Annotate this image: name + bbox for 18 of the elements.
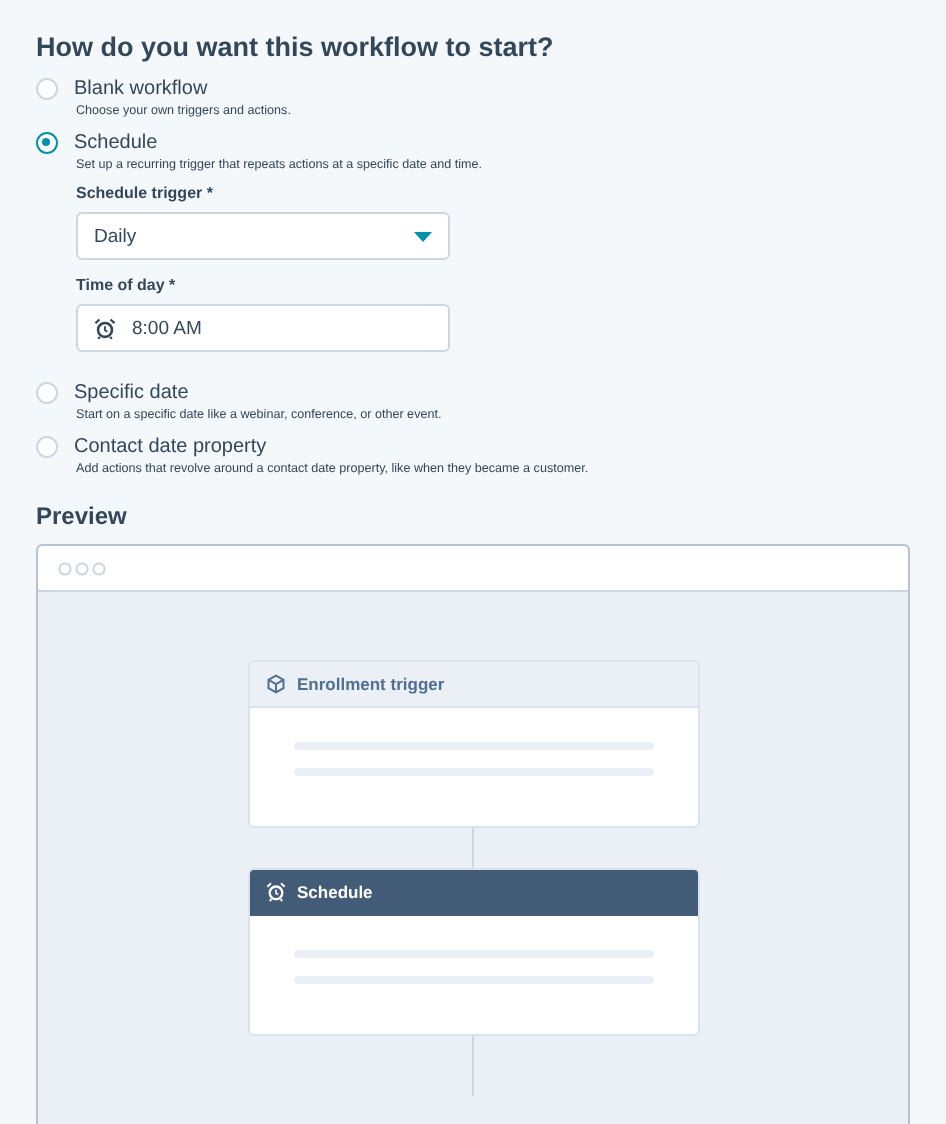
card-title: Schedule [297, 882, 373, 902]
field-label: Time of day * [76, 276, 178, 294]
card-title: Enrollment trigger [297, 674, 445, 694]
time-field[interactable]: 8:00 AM [76, 304, 450, 352]
cube-icon [265, 674, 285, 694]
alarm-clock-icon [265, 882, 285, 902]
section-heading: Preview [36, 502, 129, 530]
dropdown-field[interactable]: Daily [76, 212, 450, 260]
option-label[interactable]: Specific date [74, 382, 189, 404]
field-label: Schedule trigger * [76, 184, 215, 202]
section-heading: How do you want this workflow to start? [36, 32, 556, 62]
alarm-clock-icon [94, 317, 116, 339]
window-dots-icon [58, 561, 106, 575]
option-label[interactable]: Contact date property [74, 436, 267, 458]
radio-button[interactable] [36, 132, 58, 154]
option-label[interactable]: Blank workflow [74, 78, 208, 100]
caret-icon [414, 231, 432, 241]
option-label[interactable]: Schedule [74, 132, 158, 154]
